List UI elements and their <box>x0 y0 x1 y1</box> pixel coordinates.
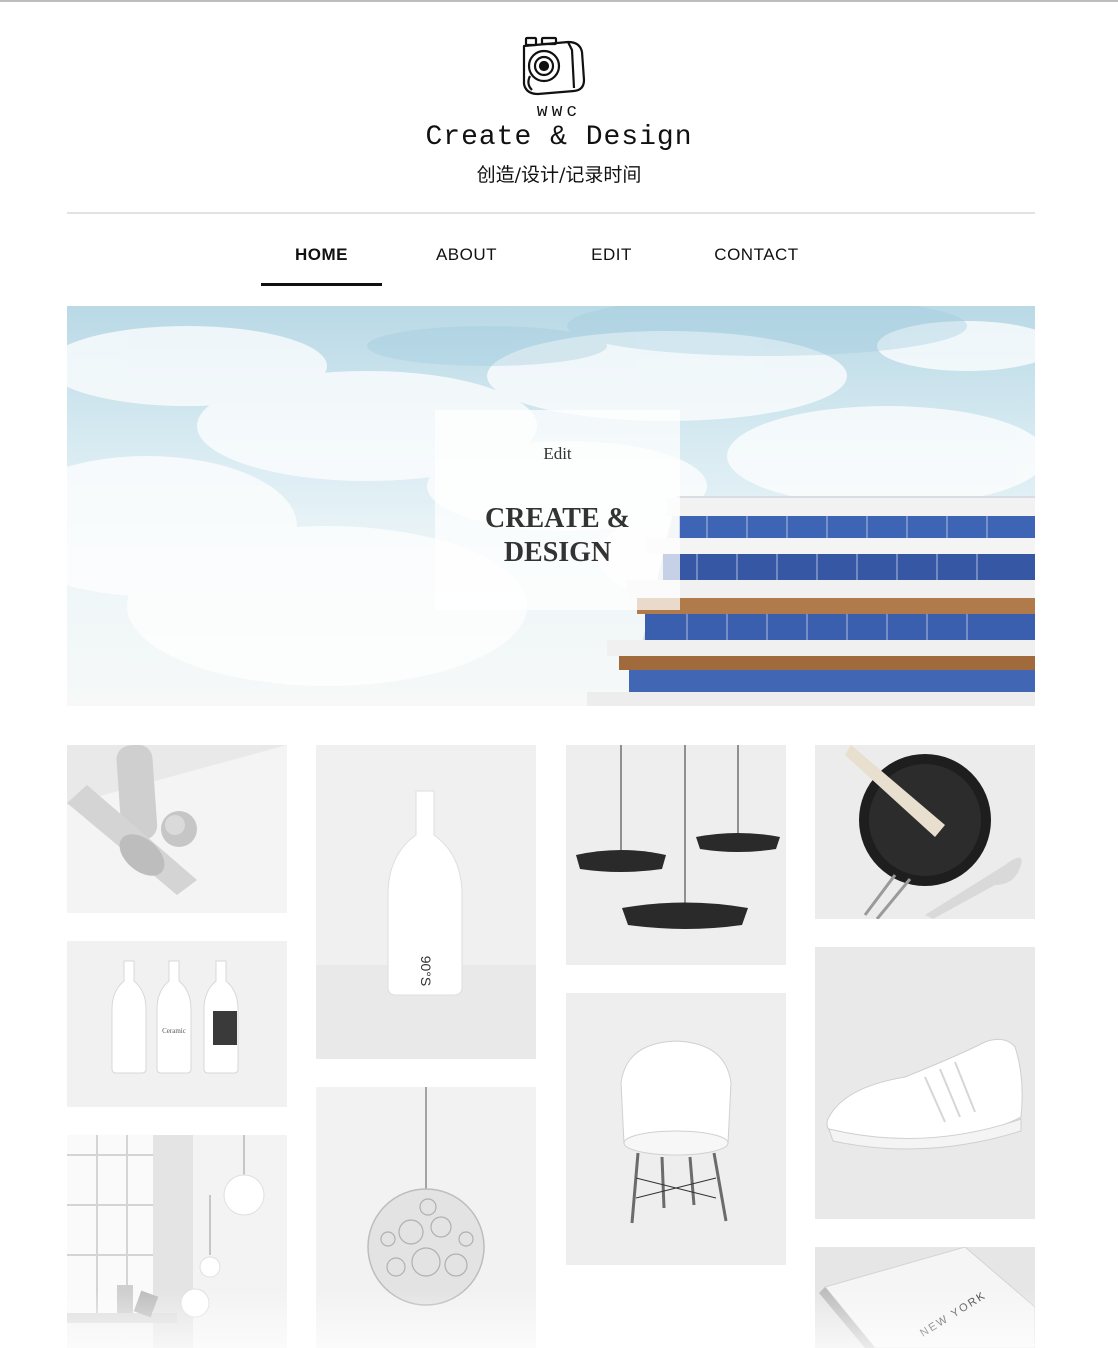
gallery-tile-pendant-lamps[interactable] <box>566 745 786 965</box>
nav-item-label: CONTACT <box>714 245 799 264</box>
gallery-tile-sneaker[interactable] <box>815 947 1035 1219</box>
gallery-tile-ball-lamp[interactable] <box>316 1087 536 1348</box>
nav-item-edit[interactable]: EDIT <box>551 234 696 286</box>
hero-caption-card: Edit CREATE & DESIGN <box>435 410 680 610</box>
brand-subtitle: 创造/设计/记录时间 <box>476 164 642 186</box>
main-nav: HOME ABOUT EDIT CONTACT <box>261 234 841 286</box>
top-border <box>0 0 1118 2</box>
bottle-label-text: Ceramic <box>162 1027 186 1035</box>
brand-small-text: wwc <box>536 102 582 122</box>
gallery-tile-chair[interactable] <box>566 993 786 1265</box>
gallery-tile-bottles-trio[interactable]: Ceramic <box>67 941 287 1107</box>
nav-item-label: EDIT <box>591 245 632 264</box>
nav-item-label: HOME <box>295 245 348 264</box>
header-divider <box>67 212 1035 214</box>
nav-item-about[interactable]: ABOUT <box>406 234 551 286</box>
hero-headline-line1: CREATE & <box>485 503 630 534</box>
hero-headline-line2: DESIGN <box>503 537 612 568</box>
gallery-tile-spoons[interactable] <box>67 745 287 913</box>
nav-item-label: ABOUT <box>435 245 498 264</box>
camera-icon[interactable] <box>516 36 588 98</box>
gallery-tile-white-bottle[interactable]: 90°S <box>316 745 536 1059</box>
nav-item-contact[interactable]: CONTACT <box>696 234 841 286</box>
hero-headline: CREATE & DESIGN <box>435 502 680 570</box>
hero-banner[interactable]: Edit CREATE & DESIGN <box>67 306 1035 706</box>
brand-title: Create & Design <box>425 122 693 153</box>
gallery-tile-window[interactable] <box>67 1135 287 1348</box>
hero-kicker[interactable]: Edit <box>435 444 680 464</box>
gallery-tile-notebook[interactable]: NEW YORK <box>815 1247 1035 1348</box>
gallery-tile-frying-pan[interactable] <box>815 745 1035 919</box>
nav-item-home[interactable]: HOME <box>261 234 406 286</box>
bottle-text: 90°S <box>418 956 434 987</box>
